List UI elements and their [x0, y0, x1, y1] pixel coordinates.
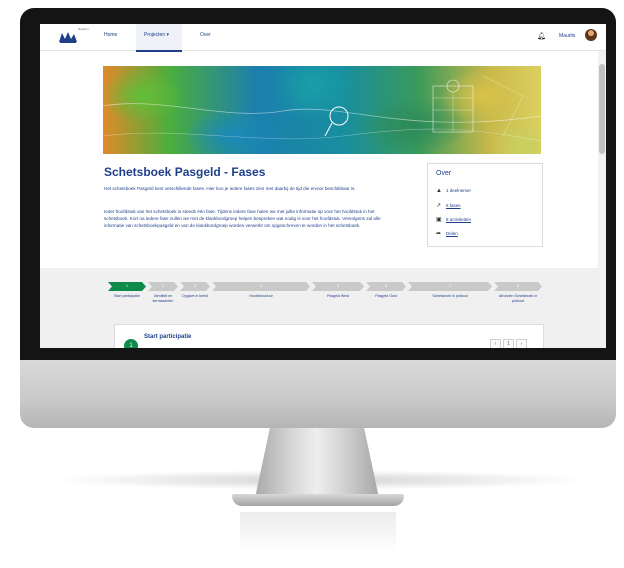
- step-4-label: Hoofdstructuur: [249, 294, 273, 298]
- over-row-activiteiten[interactable]: ▣ 8 activiteiten: [436, 216, 471, 223]
- over-row-deelnemers: ▲ 1 deelnemer: [436, 188, 471, 194]
- scrollbar-thumb[interactable]: [599, 64, 605, 154]
- fases-link[interactable]: 6 fases: [446, 203, 461, 208]
- page-title: Schetsboek Pasgeld - Fases: [104, 165, 266, 179]
- activiteiten-link[interactable]: 8 activiteiten: [446, 217, 471, 222]
- step-6[interactable]: 6: [366, 282, 406, 291]
- nav-home[interactable]: Home: [104, 32, 117, 38]
- logo-icon[interactable]: [58, 30, 78, 44]
- step-8[interactable]: 8: [494, 282, 542, 291]
- body-text: Ieder hoofdstuk van het schetsboek is st…: [104, 209, 381, 228]
- step-5[interactable]: 5: [312, 282, 364, 291]
- chart-icon: ↗: [436, 203, 442, 209]
- over-row-delen[interactable]: ➦ Delen: [436, 230, 458, 237]
- screen: Heerlen Home Projecten ▾ Over 🔔︎ Maurits…: [40, 24, 606, 348]
- step-4[interactable]: 4: [212, 282, 310, 291]
- calendar-icon: ▣: [436, 217, 442, 223]
- hero-map-lines: [103, 75, 541, 142]
- user-name[interactable]: Maurits: [559, 33, 575, 39]
- intro-text: Het schetsboek Pasgeld kent verschillend…: [104, 186, 356, 191]
- step-3-label: Opgave in beeld: [181, 294, 209, 298]
- nav-active-indicator: [136, 24, 182, 52]
- step-7-label: Schetsboek in potlood: [432, 294, 468, 298]
- over-title: Over: [436, 170, 452, 177]
- step-2[interactable]: 2: [148, 282, 178, 291]
- nav-over[interactable]: Over: [200, 32, 211, 38]
- phase-card-title: Start participatie: [144, 334, 192, 340]
- monitor-chin: [20, 360, 616, 428]
- hero-image: [103, 66, 541, 154]
- phase-number-badge: 1: [124, 339, 138, 348]
- step-2-label: Identiteit en kernwaarden: [152, 294, 174, 303]
- over-panel: Over ▲ 1 deelnemer ↗ 6 fases ▣ 8 activiteit…: [427, 163, 543, 247]
- chevron-down-icon: ▾: [166, 32, 170, 38]
- step-3[interactable]: 3: [180, 282, 210, 291]
- deelnemers-text: 1 deelnemer: [446, 188, 472, 193]
- nav-projecten[interactable]: Projecten ▾: [144, 32, 169, 38]
- avatar[interactable]: [585, 29, 597, 41]
- monitor-base: [232, 494, 404, 506]
- step-1-label: Start participatie: [114, 294, 140, 298]
- over-row-fases[interactable]: ↗ 6 fases: [436, 202, 461, 209]
- bell-icon[interactable]: 🔔︎: [537, 32, 546, 40]
- step-7[interactable]: 7: [408, 282, 492, 291]
- step-6-label: Pasgeld Oost: [375, 294, 397, 298]
- step-8-label: Afronden Schetsboek in potlood: [498, 294, 538, 303]
- nav-projecten-label: Projecten: [144, 32, 166, 38]
- person-icon: ▲: [436, 188, 442, 194]
- share-icon: ➦: [436, 231, 442, 237]
- pager-prev-button[interactable]: ‹: [490, 339, 501, 348]
- floor-reflection: [240, 512, 396, 552]
- pager-page-button[interactable]: 1: [503, 339, 514, 348]
- step-1[interactable]: 1: [108, 282, 146, 291]
- delen-link[interactable]: Delen: [446, 231, 458, 236]
- top-navbar: Heerlen Home Projecten ▾ Over 🔔︎ Maurits: [40, 24, 606, 52]
- step-5-label: Pasgeld West: [326, 294, 350, 298]
- monitor-stand: [255, 428, 379, 498]
- logo-caption: Heerlen: [78, 27, 89, 31]
- pager-next-button[interactable]: ›: [516, 339, 527, 348]
